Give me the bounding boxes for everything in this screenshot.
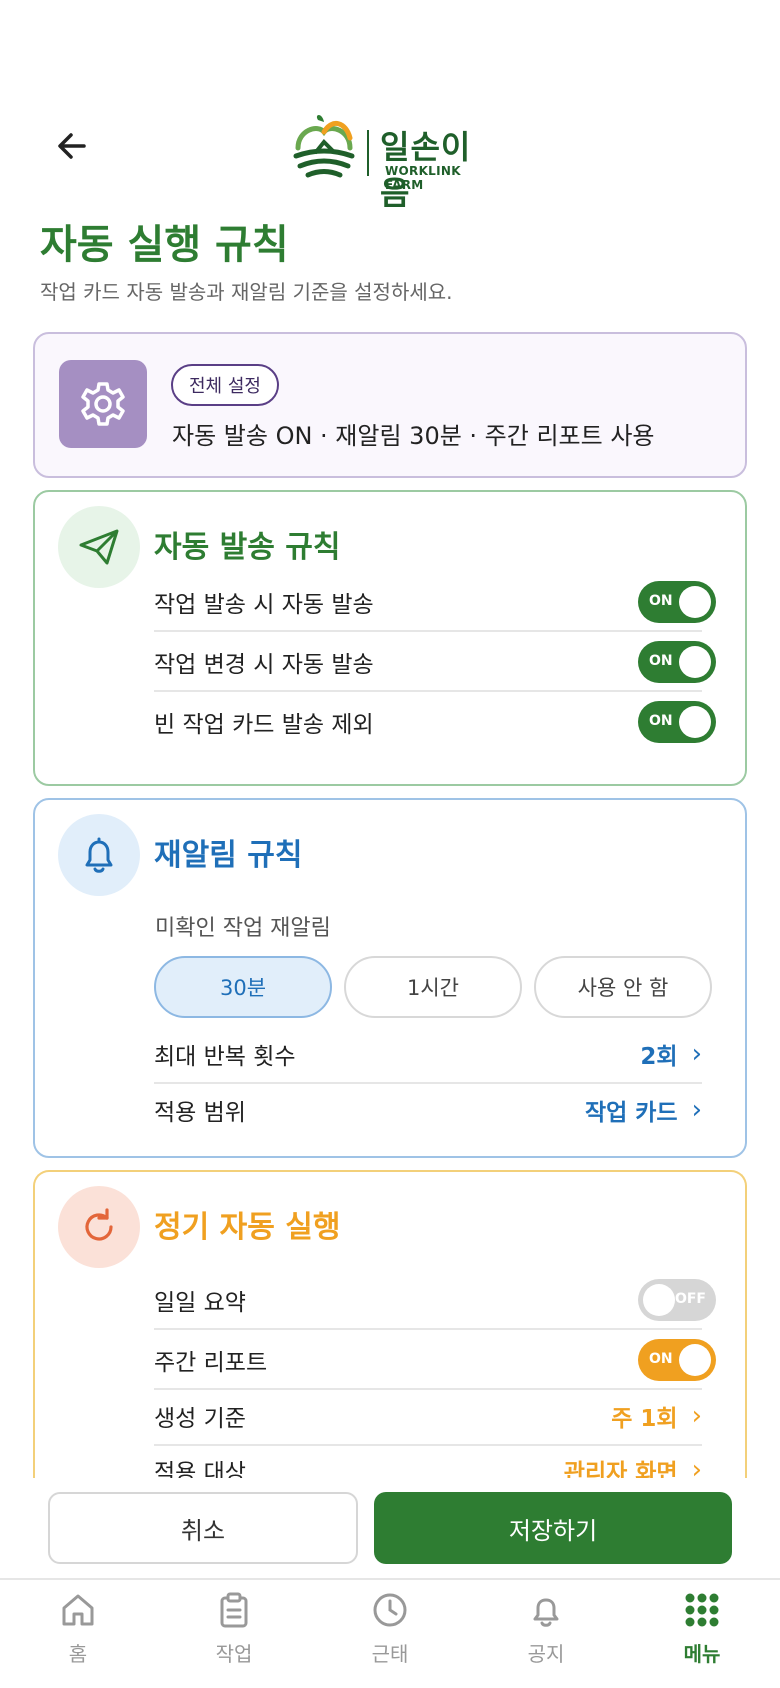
periodic-card: 정기 자동 실행 일일 요약 OFF 주간 리포트 ON 생성 기준 주 1회 … bbox=[33, 1170, 747, 1500]
paper-plane-icon bbox=[79, 529, 119, 565]
action-bar: 취소 저장하기 bbox=[0, 1478, 780, 1576]
nav-label: 근태 bbox=[371, 1642, 409, 1666]
remind-sub-label: 미확인 작업 재알림 bbox=[155, 916, 331, 941]
periodic-icon-circle bbox=[58, 1186, 140, 1268]
row-label: 적용 범위 bbox=[154, 1100, 246, 1126]
clock-icon bbox=[373, 1593, 407, 1627]
row-value: 주 1회 › bbox=[611, 1399, 702, 1433]
auto-send-row: 작업 발송 시 자동 발송 ON bbox=[154, 572, 716, 632]
refresh-icon bbox=[85, 1208, 113, 1241]
gear-icon bbox=[81, 382, 125, 426]
chevron-right-icon: › bbox=[691, 1401, 702, 1431]
arrow-left-icon bbox=[58, 133, 86, 159]
toggle-knob bbox=[679, 646, 711, 678]
row-label: 최대 반복 횟수 bbox=[154, 1044, 296, 1070]
scope-row[interactable]: 적용 범위 작업 카드 › bbox=[154, 1080, 702, 1140]
row-value: 2회 › bbox=[640, 1037, 702, 1071]
row-value-text: 2회 bbox=[640, 1044, 678, 1070]
toggle-state: ON bbox=[649, 653, 673, 669]
row-label: 빈 작업 카드 발송 제외 bbox=[154, 712, 374, 738]
logo-divider bbox=[367, 130, 369, 176]
apple-field-logo-icon bbox=[293, 115, 355, 178]
nav-attendance[interactable]: 근태 bbox=[330, 1590, 450, 1680]
auto-send-row: 빈 작업 카드 발송 제외 ON bbox=[154, 692, 716, 752]
toggle-knob bbox=[679, 1344, 711, 1376]
clipboard-icon bbox=[220, 1592, 248, 1628]
remind-interval-segment: 30분 1시간 사용 안 함 bbox=[154, 956, 714, 1018]
auto-send-row: 작업 변경 시 자동 발송 ON bbox=[154, 632, 716, 692]
summary-icon-box bbox=[59, 360, 147, 448]
row-label: 생성 기준 bbox=[154, 1406, 246, 1432]
toggle-state: OFF bbox=[674, 1291, 706, 1307]
page-title: 자동 실행 규칙 bbox=[40, 222, 289, 268]
nav-notice[interactable]: 공지 bbox=[486, 1590, 606, 1680]
summary-text: 자동 발송 ON · 재알림 30분 · 주간 리포트 사용 bbox=[172, 422, 655, 450]
toggle-knob bbox=[679, 586, 711, 618]
toggle-state: ON bbox=[649, 1351, 673, 1367]
app-header: 일손이음 WORKLINK FARM bbox=[0, 100, 780, 212]
grid-icon bbox=[685, 1593, 719, 1627]
bell-icon bbox=[533, 1598, 559, 1627]
toggle-knob bbox=[643, 1284, 675, 1316]
auto-send-icon-circle bbox=[58, 506, 140, 588]
toggle-send-on-change[interactable]: ON bbox=[638, 641, 716, 683]
bell-icon bbox=[85, 837, 113, 873]
brand-logo: 일손이음 WORKLINK FARM bbox=[288, 108, 498, 212]
nav-home[interactable]: 홈 bbox=[18, 1590, 138, 1680]
row-label: 주간 리포트 bbox=[154, 1350, 268, 1376]
row-value-text: 주 1회 bbox=[611, 1406, 678, 1432]
toggle-daily-summary[interactable]: OFF bbox=[638, 1279, 716, 1321]
row-value-text: 작업 카드 bbox=[584, 1100, 678, 1126]
row-value: 작업 카드 › bbox=[585, 1093, 702, 1127]
nav-label: 공지 bbox=[527, 1642, 565, 1666]
option-1hour[interactable]: 1시간 bbox=[344, 956, 522, 1018]
chevron-right-icon: › bbox=[691, 1039, 702, 1069]
save-button[interactable]: 저장하기 bbox=[374, 1492, 732, 1564]
periodic-title: 정기 자동 실행 bbox=[154, 1210, 341, 1245]
bottom-nav: 홈 작업 근태 공지 메뉴 bbox=[0, 1578, 780, 1688]
generation-basis-row[interactable]: 생성 기준 주 1회 › bbox=[154, 1386, 702, 1446]
nav-label: 작업 bbox=[215, 1642, 253, 1666]
nav-label: 메뉴 bbox=[683, 1642, 721, 1666]
page-subtitle: 작업 카드 자동 발송과 재알림 기준을 설정하세요. bbox=[40, 280, 453, 304]
back-button[interactable] bbox=[48, 122, 96, 170]
toggle-knob bbox=[679, 706, 711, 738]
toggle-weekly-report[interactable]: ON bbox=[638, 1339, 716, 1381]
summary-card: 전체 설정 자동 발송 ON · 재알림 30분 · 주간 리포트 사용 bbox=[33, 332, 747, 478]
option-disabled[interactable]: 사용 안 함 bbox=[534, 956, 712, 1018]
remind-title: 재알림 규칙 bbox=[154, 838, 303, 873]
row-label: 작업 발송 시 자동 발송 bbox=[154, 592, 374, 618]
weekly-report-row: 주간 리포트 ON bbox=[154, 1330, 716, 1390]
max-repeat-row[interactable]: 최대 반복 횟수 2회 › bbox=[154, 1024, 702, 1084]
toggle-state: ON bbox=[649, 593, 673, 609]
nav-menu[interactable]: 메뉴 bbox=[642, 1590, 762, 1680]
home-icon bbox=[62, 1594, 94, 1626]
cancel-button[interactable]: 취소 bbox=[48, 1492, 358, 1564]
summary-badge: 전체 설정 bbox=[171, 364, 279, 406]
remind-icon-circle bbox=[58, 814, 140, 896]
remind-card: 재알림 규칙 미확인 작업 재알림 30분 1시간 사용 안 함 최대 반복 횟… bbox=[33, 798, 747, 1158]
auto-send-card: 자동 발송 규칙 작업 발송 시 자동 발송 ON 작업 변경 시 자동 발송 … bbox=[33, 490, 747, 786]
option-30min[interactable]: 30분 bbox=[154, 956, 332, 1018]
row-label: 일일 요약 bbox=[154, 1290, 246, 1316]
toggle-exclude-empty[interactable]: ON bbox=[638, 701, 716, 743]
nav-tasks[interactable]: 작업 bbox=[174, 1590, 294, 1680]
daily-summary-row: 일일 요약 OFF bbox=[154, 1270, 716, 1330]
logo-subtitle: WORKLINK FARM bbox=[385, 164, 461, 192]
toggle-send-on-dispatch[interactable]: ON bbox=[638, 581, 716, 623]
row-label: 작업 변경 시 자동 발송 bbox=[154, 652, 374, 678]
nav-label: 홈 bbox=[68, 1642, 88, 1666]
toggle-state: ON bbox=[649, 713, 673, 729]
auto-send-title: 자동 발송 규칙 bbox=[154, 530, 341, 565]
chevron-right-icon: › bbox=[691, 1095, 702, 1125]
